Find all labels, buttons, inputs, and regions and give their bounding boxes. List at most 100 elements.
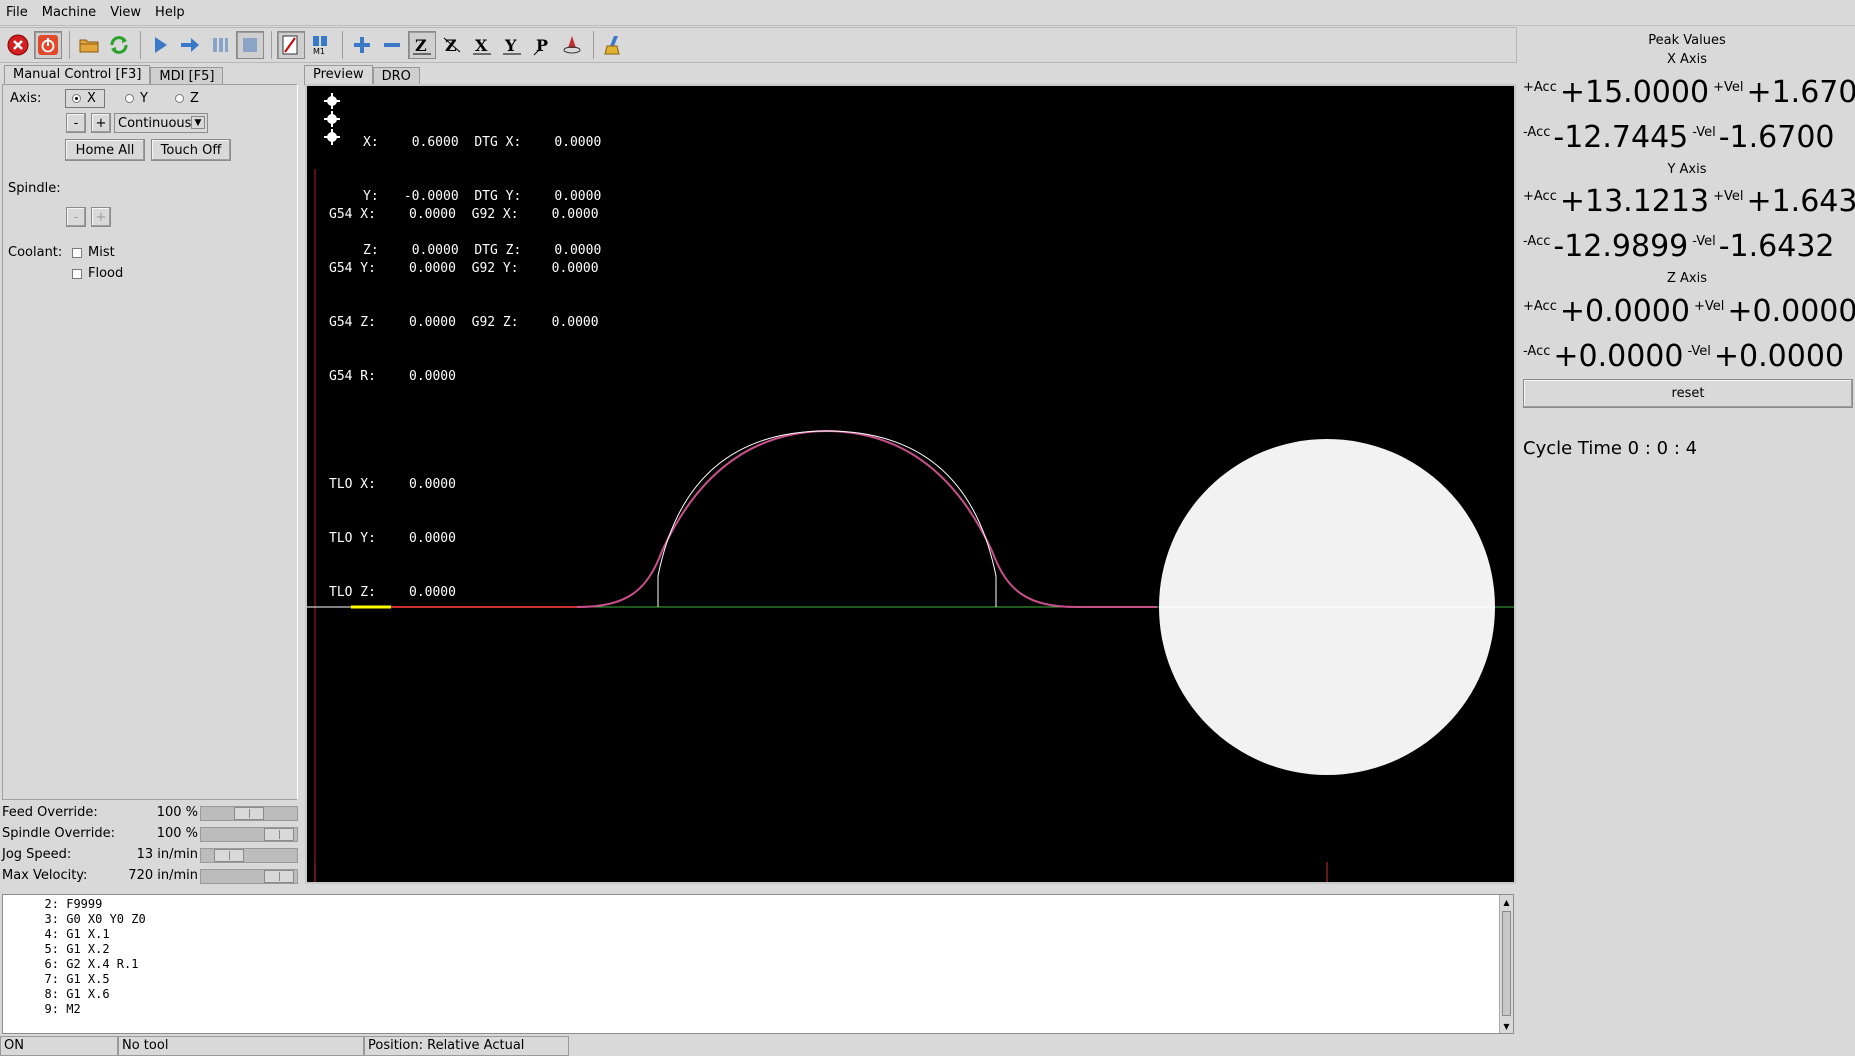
feed-override-row: Feed Override: 100 % [2, 803, 298, 824]
jog-speed-label: Jog Speed: [2, 847, 72, 862]
scroll-thumb[interactable] [1502, 911, 1511, 1016]
power-icon[interactable] [34, 31, 62, 59]
jog-minus-button[interactable]: - [66, 113, 86, 133]
view-y-icon[interactable]: Y [498, 31, 526, 59]
step-icon[interactable] [176, 31, 204, 59]
tab-dro[interactable]: DRO [372, 67, 420, 85]
max-velocity-row: Max Velocity: 720 in/min [2, 866, 298, 887]
estop-icon[interactable] [4, 31, 32, 59]
reset-button[interactable]: reset [1523, 379, 1853, 408]
vel-value: +1.6432 [1746, 183, 1855, 219]
slider-thumb[interactable] [214, 849, 244, 862]
gcode-line[interactable]: 6: G2 X.4 R.1 [33, 957, 146, 972]
gcode-scrollbar[interactable]: ▲ ▼ [1499, 895, 1513, 1033]
acc-value: +0.0000 [1553, 338, 1684, 374]
vel-label: -Vel [1692, 124, 1716, 140]
view-z-icon[interactable]: Z [408, 31, 436, 59]
reload-icon[interactable] [105, 31, 133, 59]
gcode-line-code: G1 X.1 [59, 927, 110, 941]
spindle-override-slider[interactable] [200, 827, 298, 842]
spindle-plus-button[interactable]: + [91, 207, 111, 227]
gcode-line-code: G2 X.4 R.1 [59, 957, 139, 971]
spindle-minus-button[interactable]: - [66, 207, 86, 227]
dro-offsets: G54 X: 0.0000 G92 X: 0.0000 G54 Y: 0.0000 G… [329, 170, 599, 638]
gcode-line[interactable]: 5: G1 X.2 [33, 942, 146, 957]
acc-label: +Acc [1523, 298, 1557, 314]
homed-x-icon [324, 93, 340, 109]
gcode-line[interactable]: 8: G1 X.6 [33, 987, 146, 1002]
gcode-line[interactable]: 9: M2 [33, 1002, 146, 1017]
slider-thumb[interactable] [234, 807, 264, 820]
gcode-line-code: F9999 [59, 897, 103, 911]
slider-thumb[interactable] [264, 828, 294, 841]
tab-preview[interactable]: Preview [304, 65, 373, 85]
gcode-line[interactable]: 4: G1 X.1 [33, 927, 146, 942]
feed-override-value: 100 % [156, 805, 198, 820]
menu-bar: File Machine View Help [0, 0, 1855, 26]
run-icon[interactable] [146, 31, 174, 59]
axis-radio-y[interactable]: Y [125, 91, 148, 106]
tab-mdi[interactable]: MDI [F5] [150, 67, 224, 85]
tab-manual-control[interactable]: Manual Control [F3] [4, 65, 151, 85]
max-velocity-slider[interactable] [200, 869, 298, 884]
pause-icon[interactable] [206, 31, 234, 59]
menu-view[interactable]: View [110, 5, 141, 20]
z-peak-positive: +Acc +0.0000 +Vel +0.0000 [1523, 291, 1855, 331]
slider-thumb[interactable] [264, 870, 294, 883]
program-arc [657, 430, 997, 607]
axis-radio-z[interactable]: Z [175, 91, 199, 106]
mist-checkbox[interactable]: Mist [72, 245, 115, 260]
gcode-listing[interactable]: 2: F9999 3: G0 X0 Y0 Z0 4: G1 X.1 5: G1 X.2… [2, 894, 1514, 1034]
gcode-line-code: G1 X.5 [59, 972, 110, 986]
touch-off-button[interactable]: Touch Off [151, 139, 231, 161]
gcode-line[interactable]: 2: F9999 [33, 897, 146, 912]
jog-plus-button[interactable]: + [91, 113, 111, 133]
acc-label: -Acc [1523, 343, 1551, 359]
menu-file[interactable]: File [6, 5, 28, 20]
jog-mode-select[interactable]: Continuous ▼ [114, 113, 208, 133]
axis-radio-x[interactable]: X [65, 89, 105, 108]
toolbar-separator [342, 31, 343, 59]
rotate-icon[interactable] [558, 31, 586, 59]
view-x-icon[interactable]: X [468, 31, 496, 59]
open-file-icon[interactable] [75, 31, 103, 59]
dro-value: 0.0000 [551, 261, 599, 276]
clear-plot-icon[interactable] [599, 31, 627, 59]
vel-value: +1.6700 [1746, 74, 1855, 110]
max-velocity-value: 720 in/min [128, 868, 198, 883]
scroll-down-icon[interactable]: ▼ [1501, 1020, 1512, 1032]
stop-icon[interactable] [236, 31, 264, 59]
gcode-line[interactable]: 3: G0 X0 Y0 Z0 [33, 912, 146, 927]
jog-speed-slider[interactable] [200, 848, 298, 863]
zoom-in-icon[interactable] [348, 31, 376, 59]
acc-value: +0.0000 [1559, 293, 1690, 329]
scroll-up-icon[interactable]: ▲ [1501, 896, 1512, 908]
acc-value: -12.9899 [1553, 228, 1689, 264]
x-peak-negative: -Acc -12.7445 -Vel -1.6700 [1523, 117, 1853, 157]
dro-tlo-y: TLO Y: 0.0000 [329, 530, 599, 548]
flood-checkbox[interactable]: Flood [72, 266, 123, 281]
dro-label: TLO Z: [329, 585, 376, 600]
view-z2-icon[interactable]: Z [438, 31, 466, 59]
zoom-out-icon[interactable] [378, 31, 406, 59]
gcode-line-number: 3: [44, 912, 59, 926]
dro-row-x: X: 0.6000 DTG X: 0.0000 [363, 134, 601, 152]
jog-mode-value: Continuous [118, 115, 192, 131]
dro-g54-z: G54 Z: 0.0000 G92 Z: 0.0000 [329, 314, 599, 332]
toolpath-preview[interactable]: X: 0.6000 DTG X: 0.0000 Y: -0.0000 DTG Y: 0.… [305, 84, 1516, 884]
gcode-line-code: G1 X.2 [59, 942, 110, 956]
home-all-button[interactable]: Home All [65, 139, 145, 161]
vel-label: -Vel [1687, 343, 1711, 359]
menu-help[interactable]: Help [155, 5, 185, 20]
block-delete-icon[interactable] [277, 31, 305, 59]
axis-x-label: X [87, 91, 96, 106]
view-p-icon[interactable]: P [528, 31, 556, 59]
menu-machine[interactable]: Machine [42, 5, 96, 20]
feed-override-slider[interactable] [200, 806, 298, 821]
gcode-line[interactable]: 7: G1 X.5 [33, 972, 146, 987]
gcode-line-number: 4: [44, 927, 59, 941]
feed-override-label: Feed Override: [2, 805, 98, 820]
optional-stop-icon[interactable]: M1 [307, 31, 335, 59]
gcode-line-number: 9: [44, 1002, 59, 1016]
acc-value: +13.1213 [1559, 183, 1710, 219]
